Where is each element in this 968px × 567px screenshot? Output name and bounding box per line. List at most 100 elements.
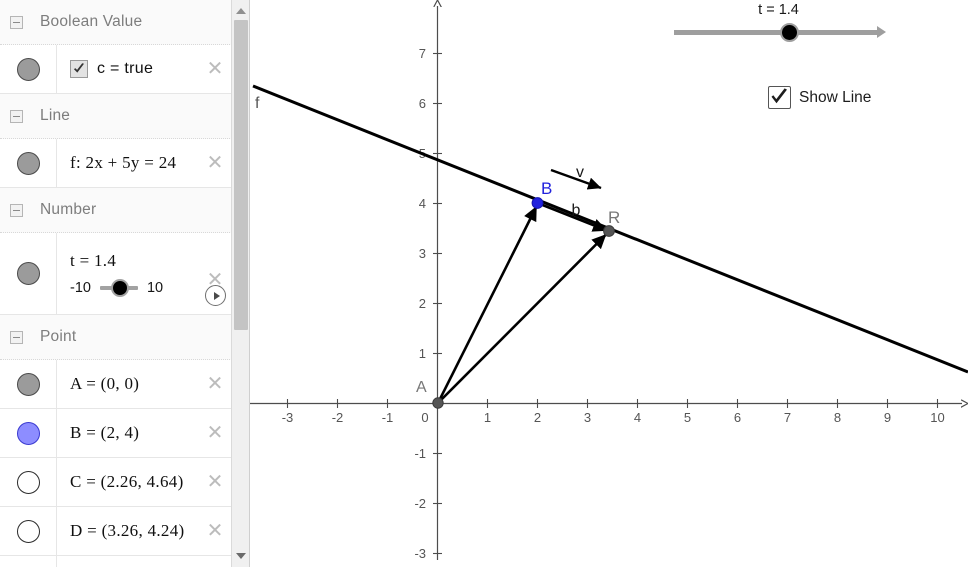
x-tick-label: 3 xyxy=(584,410,591,425)
visibility-marble-cell[interactable] xyxy=(0,360,57,408)
group-header-point[interactable]: Point xyxy=(0,315,232,360)
boolean-value-line[interactable]: c = true xyxy=(70,60,192,78)
point-c-label: C = (2.26, 4.64) xyxy=(70,472,184,491)
visibility-marble-icon[interactable] xyxy=(16,57,40,81)
visibility-marble-cell[interactable] xyxy=(0,458,57,506)
visibility-marble-cell[interactable] xyxy=(0,409,57,457)
checkmark-icon xyxy=(74,63,84,73)
algebra-row-boolean-c[interactable]: c = true ✕ xyxy=(0,45,232,94)
group-header-number[interactable]: Number xyxy=(0,188,232,233)
delete-row-button[interactable]: ✕ xyxy=(198,360,232,408)
minus-box-icon[interactable] xyxy=(10,203,23,217)
triangle-down-glyph xyxy=(236,553,246,559)
group-title-line: Line xyxy=(40,107,71,124)
t-slider-arrow-icon xyxy=(877,26,886,38)
point-a-label: A = (0, 0) xyxy=(70,374,140,393)
point-a[interactable] xyxy=(432,397,444,409)
slider-max-label: 10 xyxy=(146,280,164,296)
x-tick-label: 9 xyxy=(884,410,891,425)
x-tick-label: -3 xyxy=(282,410,294,425)
algebra-row-content[interactable]: C = (2.26, 4.64) xyxy=(57,472,198,492)
scrollbar-thumb[interactable] xyxy=(234,20,248,330)
delete-row-button[interactable]: ✕ xyxy=(198,556,232,567)
algebra-row-point-b[interactable]: B = (2, 4) ✕ xyxy=(0,409,232,458)
delete-row-button[interactable]: ✕ xyxy=(198,507,232,555)
delete-row-button[interactable]: ✕ xyxy=(198,139,232,187)
algebra-row-partial-next[interactable]: ✕ xyxy=(0,556,232,567)
delete-row-button[interactable]: ✕ xyxy=(198,458,232,506)
visibility-marble-cell[interactable] xyxy=(0,233,57,314)
visibility-marble-cell[interactable] xyxy=(0,556,57,567)
algebra-row-content[interactable]: D = (3.26, 4.24) xyxy=(57,521,198,541)
show-line-label: Show Line xyxy=(799,88,872,106)
x-tick-label: -1 xyxy=(382,410,394,425)
minus-box-icon[interactable] xyxy=(10,15,23,29)
x-tick-label: 7 xyxy=(784,410,791,425)
visibility-marble-icon[interactable] xyxy=(16,372,40,396)
visibility-marble-icon[interactable] xyxy=(16,519,40,543)
x-tick-label: 5 xyxy=(684,410,691,425)
visibility-marble-icon[interactable] xyxy=(16,262,40,285)
t-slider-widget[interactable]: t = 1.4 xyxy=(671,2,886,48)
algebra-row-content[interactable]: f: 2x + 5y = 24 xyxy=(57,153,198,173)
y-tick-label: 1 xyxy=(419,346,426,361)
show-line-checkbox-widget[interactable]: Show Line xyxy=(768,86,871,109)
visibility-marble-icon[interactable] xyxy=(16,421,40,445)
algebra-row-point-c[interactable]: C = (2.26, 4.64) ✕ xyxy=(0,458,232,507)
vectors-group[interactable]: b v xyxy=(436,164,608,404)
y-tick-label: 2 xyxy=(419,296,426,311)
scroll-down-arrow-icon[interactable] xyxy=(232,547,249,565)
vector-b-label: b xyxy=(572,202,581,219)
minus-box-icon[interactable] xyxy=(10,330,23,344)
graphics-view[interactable]: -3 -2 -1 0 1 2 3 4 5 6 7 8 9 10 7 6 4 3 … xyxy=(250,0,968,567)
point-r[interactable] xyxy=(603,225,615,237)
boolean-checkbox[interactable] xyxy=(70,60,88,78)
play-circle-icon[interactable] xyxy=(205,285,226,306)
x-tick-label: 2 xyxy=(534,410,541,425)
group-title-point: Point xyxy=(40,328,77,345)
group-header-line[interactable]: Line xyxy=(0,94,232,139)
vector-a-to-b[interactable] xyxy=(436,205,538,404)
t-slider-value-label: t = 1.4 xyxy=(758,2,799,18)
algebra-row-content[interactable]: B = (2, 4) xyxy=(57,423,198,443)
checkmark-icon xyxy=(771,88,787,104)
delete-row-button[interactable]: ✕ xyxy=(198,409,232,457)
point-r-label: R xyxy=(608,208,620,227)
algebra-row-number-t[interactable]: t = 1.4 -10 10 ✕ xyxy=(0,233,232,315)
t-slider-thumb[interactable] xyxy=(780,23,799,42)
visibility-marble-cell[interactable] xyxy=(0,45,57,93)
visibility-marble-cell[interactable] xyxy=(0,507,57,555)
y-tick-label: -2 xyxy=(414,496,426,511)
y-tick-label: -3 xyxy=(414,546,426,561)
show-line-checkbox[interactable] xyxy=(768,86,791,109)
visibility-marble-icon[interactable] xyxy=(16,151,40,175)
slider-thumb[interactable] xyxy=(110,279,129,297)
delete-row-button[interactable]: ✕ xyxy=(198,45,232,93)
algebra-row-content[interactable]: c = true xyxy=(57,60,198,78)
group-header-boolean-value[interactable]: Boolean Value xyxy=(0,0,232,45)
x-tick-label: 10 xyxy=(930,410,944,425)
x-tick-labels: -3 -2 -1 0 1 2 3 4 5 6 7 8 9 10 xyxy=(282,410,945,425)
y-tick-label: 3 xyxy=(419,246,426,261)
algebra-row-content[interactable]: A = (0, 0) xyxy=(57,374,198,394)
visibility-marble-icon[interactable] xyxy=(16,470,40,494)
x-tick-label: 4 xyxy=(634,410,641,425)
slider-track[interactable] xyxy=(99,279,138,297)
y-tick-label: -1 xyxy=(414,446,426,461)
y-tick-labels: 7 6 5 4 3 2 1 -1 -2 -3 xyxy=(414,46,426,561)
line-equation-label: f: 2x + 5y = 24 xyxy=(70,153,177,172)
algebra-row-point-a[interactable]: A = (0, 0) ✕ xyxy=(0,360,232,409)
algebra-row-line-f[interactable]: f: 2x + 5y = 24 ✕ xyxy=(0,139,232,188)
point-b[interactable] xyxy=(531,197,544,209)
algebra-row-point-d[interactable]: D = (3.26, 4.24) ✕ xyxy=(0,507,232,556)
minus-box-icon[interactable] xyxy=(10,109,23,123)
algebra-view-scrollbar[interactable] xyxy=(231,0,249,567)
point-b-label: B = (2, 4) xyxy=(70,423,140,442)
point-b-label: B xyxy=(541,179,552,198)
t-slider-track[interactable] xyxy=(674,30,880,35)
points-group[interactable]: A B R xyxy=(416,179,620,409)
scroll-up-arrow-icon[interactable] xyxy=(232,2,249,20)
vector-a-to-r[interactable] xyxy=(437,233,607,404)
visibility-marble-cell[interactable] xyxy=(0,139,57,187)
group-title-boolean-value: Boolean Value xyxy=(40,13,143,30)
